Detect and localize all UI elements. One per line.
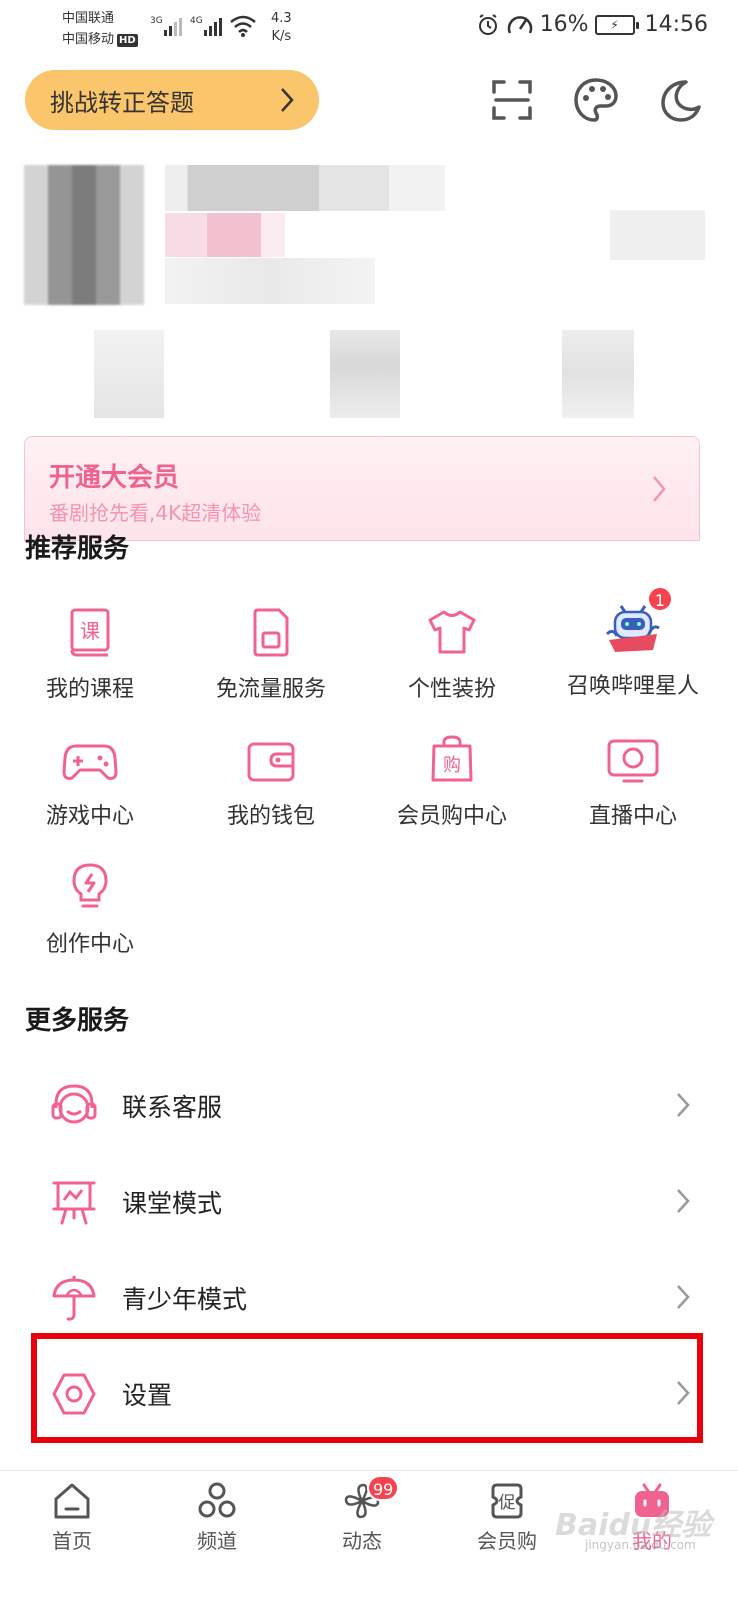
service-label: 个性装扮 <box>407 677 496 702</box>
alarm-icon <box>478 13 497 35</box>
row-label: 课堂模式 <box>122 1189 223 1218</box>
tab-vip-mall[interactable]: 促 会员购 <box>452 1481 562 1554</box>
tshirt-icon <box>428 610 476 654</box>
avatar[interactable] <box>24 165 144 305</box>
service-dress-up[interactable]: 个性装扮 <box>362 607 542 703</box>
row-label: 青少年模式 <box>122 1285 248 1314</box>
row-label: 联系客服 <box>122 1093 223 1122</box>
vip-subtitle: 番剧抢先看,4K超清体验 <box>49 501 262 525</box>
row-classroom-mode[interactable]: 课堂模式 <box>30 1154 700 1250</box>
gamepad-icon <box>62 744 118 780</box>
vip-title: 开通大会员 <box>49 463 180 493</box>
notification-badge: 1 <box>647 586 673 612</box>
service-free-data[interactable]: 免流量服务 <box>181 607 361 703</box>
row-teen-mode[interactable]: 青少年模式 <box>30 1250 700 1346</box>
service-creator-center[interactable]: 创作中心 <box>0 862 180 958</box>
section-title-more: 更多服务 <box>25 1006 130 1036</box>
speed-unit: K/s <box>271 29 292 44</box>
headset-icon <box>51 1084 97 1124</box>
scan-icon[interactable] <box>488 76 536 124</box>
chevron-right-icon <box>677 1093 690 1117</box>
vip-banner[interactable]: 开通大会员 番剧抢先看,4K超清体验 <box>24 436 700 541</box>
battery-icon: ⚡ <box>594 14 639 35</box>
service-label: 游戏中心 <box>45 804 134 829</box>
service-label: 召唤哔哩星人 <box>566 674 699 699</box>
carrier-2: 中国移动 <box>62 32 115 47</box>
lightbulb-icon <box>72 863 108 908</box>
tab-label: 频道 <box>197 1529 237 1553</box>
stat-dynamics-blurred[interactable] <box>94 330 164 418</box>
watermark-url: jingyan.baidu.com <box>585 1538 696 1552</box>
channel-icon <box>198 1482 236 1518</box>
chevron-right-icon <box>677 1189 690 1213</box>
home-icon <box>54 1483 90 1519</box>
umbrella-icon <box>52 1275 96 1321</box>
network-speed: 4.3 K/s <box>271 10 292 46</box>
section-title-recommended: 推荐服务 <box>25 534 130 564</box>
battery-percent: 16% <box>539 12 589 37</box>
live-tv-icon <box>607 739 659 783</box>
svg-text:课: 课 <box>80 619 100 643</box>
service-live-center[interactable]: 直播中心 <box>543 738 723 830</box>
classroom-board-icon <box>52 1181 96 1225</box>
challenge-label: 挑战转正答题 <box>50 88 194 117</box>
challenge-quiz-button[interactable]: 挑战转正答题 <box>25 70 319 130</box>
service-label: 免流量服务 <box>215 677 326 702</box>
stat-fans-blurred[interactable] <box>562 330 634 418</box>
sim-card-icon <box>253 608 289 657</box>
service-label: 会员购中心 <box>396 804 507 829</box>
chevron-right-icon <box>677 1285 690 1309</box>
palette-icon[interactable] <box>572 76 620 124</box>
speed-value: 4.3 <box>271 11 292 26</box>
username-blurred <box>165 165 445 211</box>
tab-home[interactable]: 首页 <box>17 1481 127 1554</box>
tab-label: 会员购 <box>477 1529 537 1553</box>
signal-1-type: 3G <box>150 16 163 26</box>
service-label: 我的钱包 <box>226 804 315 829</box>
wifi-icon <box>230 15 256 37</box>
service-mall-center[interactable]: 购 会员购中心 <box>362 734 542 830</box>
tab-label: 首页 <box>52 1529 92 1553</box>
service-game-center[interactable]: 游戏中心 <box>0 738 180 830</box>
night-mode-moon-icon[interactable] <box>656 76 704 124</box>
carrier-1: 中国联通 <box>62 11 115 26</box>
clock: 14:56 <box>644 12 708 37</box>
row-contact-service[interactable]: 联系客服 <box>30 1058 700 1154</box>
user-info-blurred <box>165 258 375 304</box>
service-my-courses[interactable]: 课 我的课程 <box>0 607 180 703</box>
vip-tag-blurred <box>165 213 285 257</box>
signal-2-type: 4G <box>190 16 203 26</box>
carrier-info: 中国联通 中国移动 HD <box>62 8 138 50</box>
promo-icon: 促 <box>491 1483 523 1519</box>
chevron-right-icon <box>281 88 294 112</box>
chevron-right-icon <box>653 476 666 502</box>
speedometer-icon <box>507 15 532 34</box>
svg-text:购: 购 <box>443 755 461 776</box>
service-summon-bili[interactable]: 1 召唤哔哩星人 <box>543 586 723 700</box>
profile-link-blurred[interactable] <box>610 210 705 260</box>
settings-highlight-box <box>31 1333 703 1443</box>
tab-channel[interactable]: 频道 <box>162 1481 272 1554</box>
signal-4g-icon: 4G <box>190 16 222 36</box>
stat-following-blurred[interactable] <box>330 330 400 418</box>
service-label: 创作中心 <box>45 932 134 957</box>
service-label: 我的课程 <box>45 677 134 702</box>
hd-badge: HD <box>117 34 138 47</box>
service-wallet[interactable]: 我的钱包 <box>181 738 361 830</box>
shopping-bag-icon: 购 <box>431 735 473 782</box>
svg-text:促: 促 <box>499 1493 516 1513</box>
tab-dynamics[interactable]: 99 动态 <box>307 1475 417 1554</box>
notification-badge: 99 <box>367 1475 400 1501</box>
wallet-icon <box>247 742 295 782</box>
status-bar: 中国联通 中国移动 HD 3G 4G 4.3 K/s 16% ⚡ 14:56 <box>0 0 738 56</box>
course-book-icon: 课 <box>70 608 110 657</box>
signal-3g-icon: 3G <box>150 16 182 36</box>
tab-label: 动态 <box>342 1529 382 1553</box>
service-label: 直播中心 <box>588 804 677 829</box>
